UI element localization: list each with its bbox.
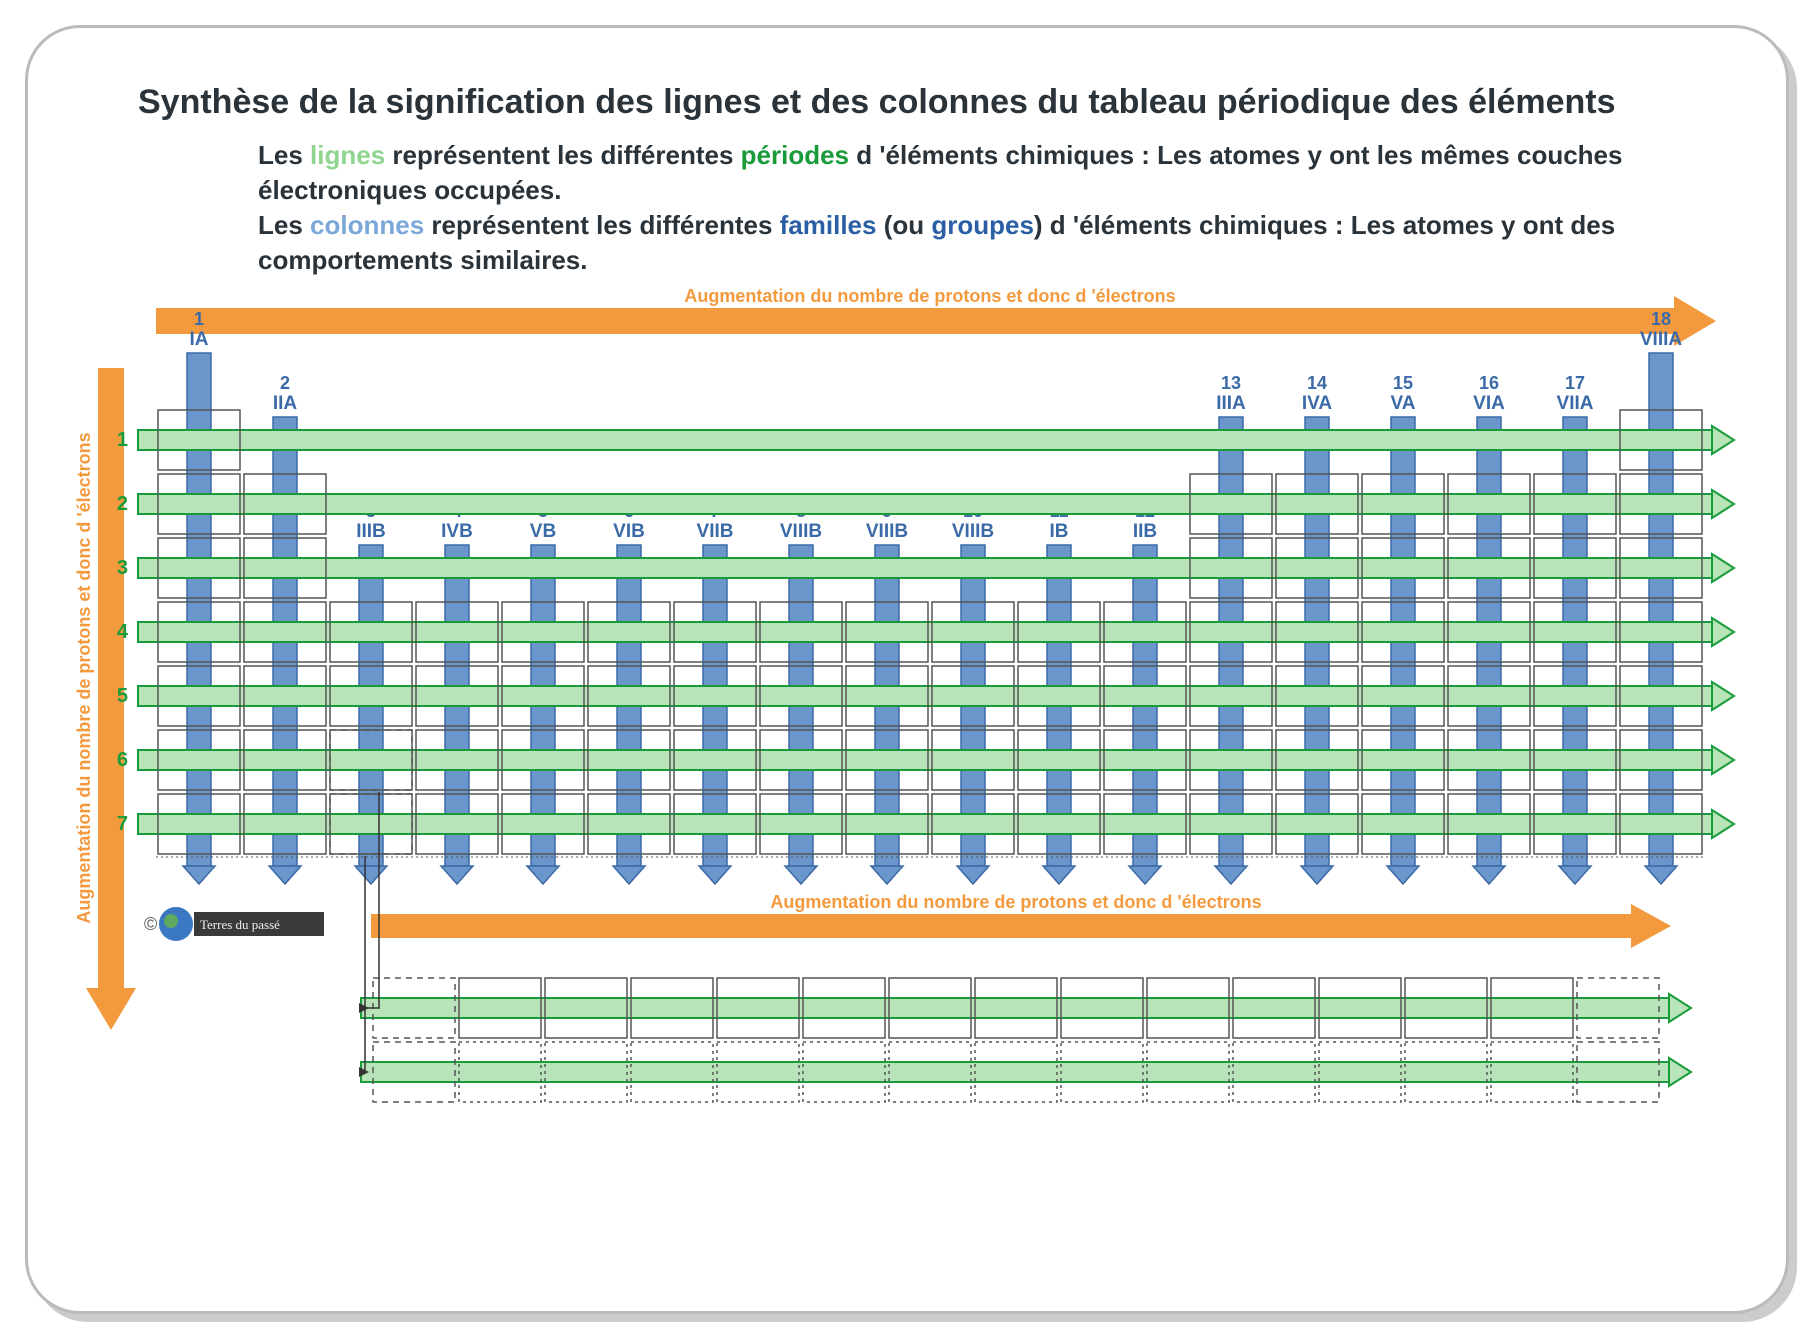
periodic-table-diagram: Augmentation du nombre de protons et don… — [76, 288, 1781, 1298]
svg-text:IVA: IVA — [1302, 393, 1333, 414]
description-columns-families: Les colonnes représentent les différente… — [258, 208, 1638, 278]
svg-text:2: 2 — [280, 373, 290, 393]
svg-text:IIB: IIB — [1133, 521, 1157, 542]
svg-text:VIIIB: VIIIB — [952, 521, 994, 542]
svg-text:©: © — [144, 914, 157, 934]
svg-text:VIA: VIA — [1473, 393, 1505, 414]
svg-text:VIB: VIB — [613, 521, 645, 542]
svg-text:VIIIB: VIIIB — [866, 521, 908, 542]
svg-text:17: 17 — [1565, 373, 1585, 393]
svg-text:VA: VA — [1391, 393, 1416, 414]
svg-text:VIIB: VIIB — [697, 521, 734, 542]
svg-text:Augmentation du nombre de prot: Augmentation du nombre de protons et don… — [770, 892, 1261, 912]
svg-text:1: 1 — [194, 309, 204, 329]
svg-text:IVB: IVB — [441, 521, 473, 542]
svg-text:18: 18 — [1651, 309, 1671, 329]
svg-text:Terres du passé: Terres du passé — [200, 917, 280, 932]
svg-text:IA: IA — [190, 329, 209, 350]
svg-text:3: 3 — [117, 557, 128, 579]
svg-text:6: 6 — [117, 749, 128, 771]
svg-text:IIIB: IIIB — [356, 521, 386, 542]
svg-text:15: 15 — [1393, 373, 1413, 393]
svg-text:16: 16 — [1479, 373, 1499, 393]
svg-text:IIIA: IIIA — [1216, 393, 1246, 414]
svg-text:2: 2 — [117, 493, 128, 515]
svg-text:VIIIA: VIIIA — [1640, 329, 1683, 350]
svg-text:IIA: IIA — [273, 393, 298, 414]
diagram-card: Synthèse de la signification des lignes … — [25, 25, 1789, 1314]
svg-text:4: 4 — [117, 621, 129, 643]
svg-text:5: 5 — [117, 685, 128, 707]
svg-text:13: 13 — [1221, 373, 1241, 393]
svg-text:IB: IB — [1050, 521, 1069, 542]
svg-text:VB: VB — [530, 521, 556, 542]
svg-text:VIIA: VIIA — [1557, 393, 1594, 414]
description-lines-periods: Les lignes représentent les différentes … — [258, 138, 1638, 208]
svg-text:1: 1 — [117, 429, 128, 451]
svg-text:VIIIB: VIIIB — [780, 521, 822, 542]
svg-text:Augmentation du nombre de prot: Augmentation du nombre de protons et don… — [76, 432, 94, 923]
svg-text:14: 14 — [1307, 373, 1327, 393]
svg-text:Augmentation du nombre de prot: Augmentation du nombre de protons et don… — [684, 288, 1175, 306]
page-title: Synthèse de la signification des lignes … — [138, 83, 1616, 122]
svg-text:7: 7 — [117, 813, 128, 835]
